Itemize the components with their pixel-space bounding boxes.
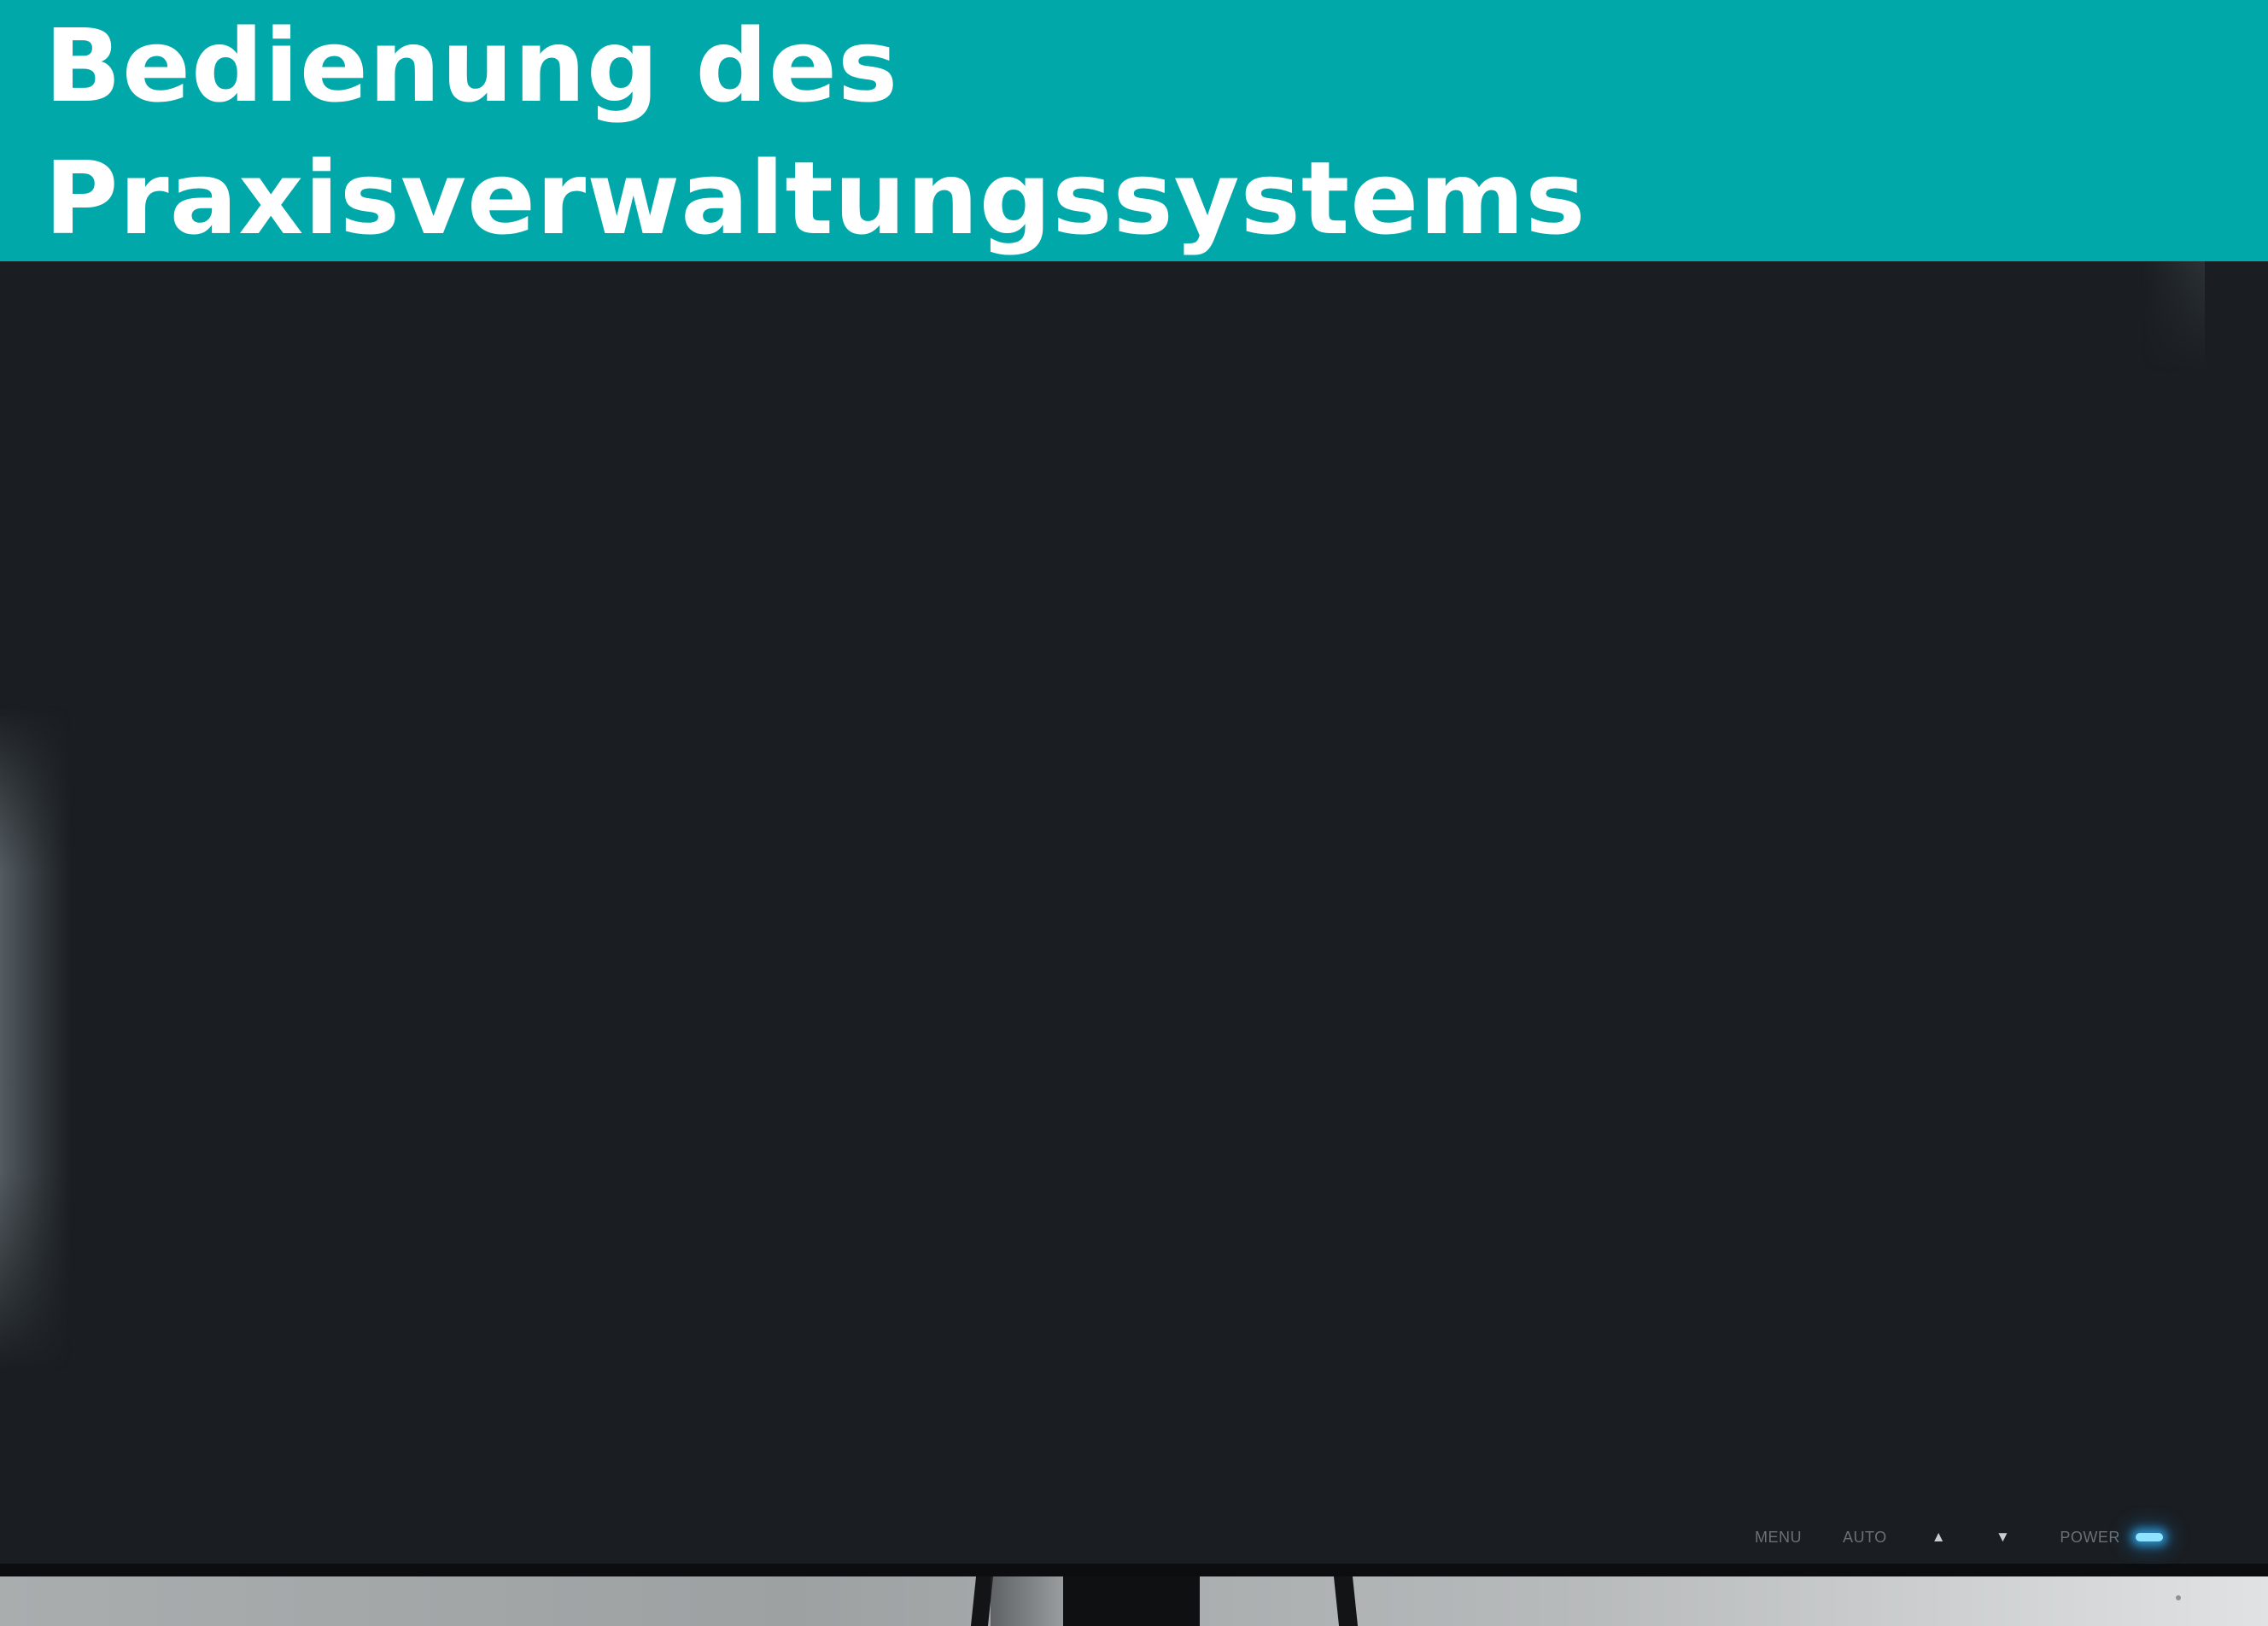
screen-glare-right: [2142, 261, 2205, 372]
up-arrow-icon[interactable]: ▲: [1932, 1529, 1946, 1546]
monitor-controls: MENU AUTO ▲ ▼ POWER: [1755, 1525, 2163, 1549]
screen-glare-left: [0, 705, 72, 1372]
page-title: Bedienung des Praxisverwaltungssystems: [44, 0, 2094, 265]
monitor: MENU AUTO ▲ ▼ POWER: [0, 261, 2268, 1576]
monitor-screen: [0, 261, 2205, 1564]
desk-surface: [0, 1576, 2268, 1626]
stand-neck: [1063, 1576, 1200, 1626]
monitor-bezel-bottom: [0, 1564, 2268, 1576]
page-title-line-2: Praxisverwaltungssystems: [44, 139, 1587, 257]
power-button-label[interactable]: POWER: [2060, 1529, 2120, 1547]
page-title-line-1: Bedienung des: [44, 7, 899, 125]
power-led-icon[interactable]: [2135, 1533, 2163, 1541]
header-banner: Bedienung des Praxisverwaltungssystems: [0, 0, 2268, 261]
auto-button[interactable]: AUTO: [1843, 1529, 1887, 1547]
stand-leg-right: [1333, 1576, 1359, 1626]
desk-speck: [2176, 1595, 2181, 1600]
down-arrow-icon[interactable]: ▼: [1996, 1529, 2010, 1546]
menu-button[interactable]: MENU: [1755, 1529, 1802, 1547]
monitor-stand: [970, 1576, 1366, 1626]
stand-shadow: [991, 1576, 1063, 1626]
